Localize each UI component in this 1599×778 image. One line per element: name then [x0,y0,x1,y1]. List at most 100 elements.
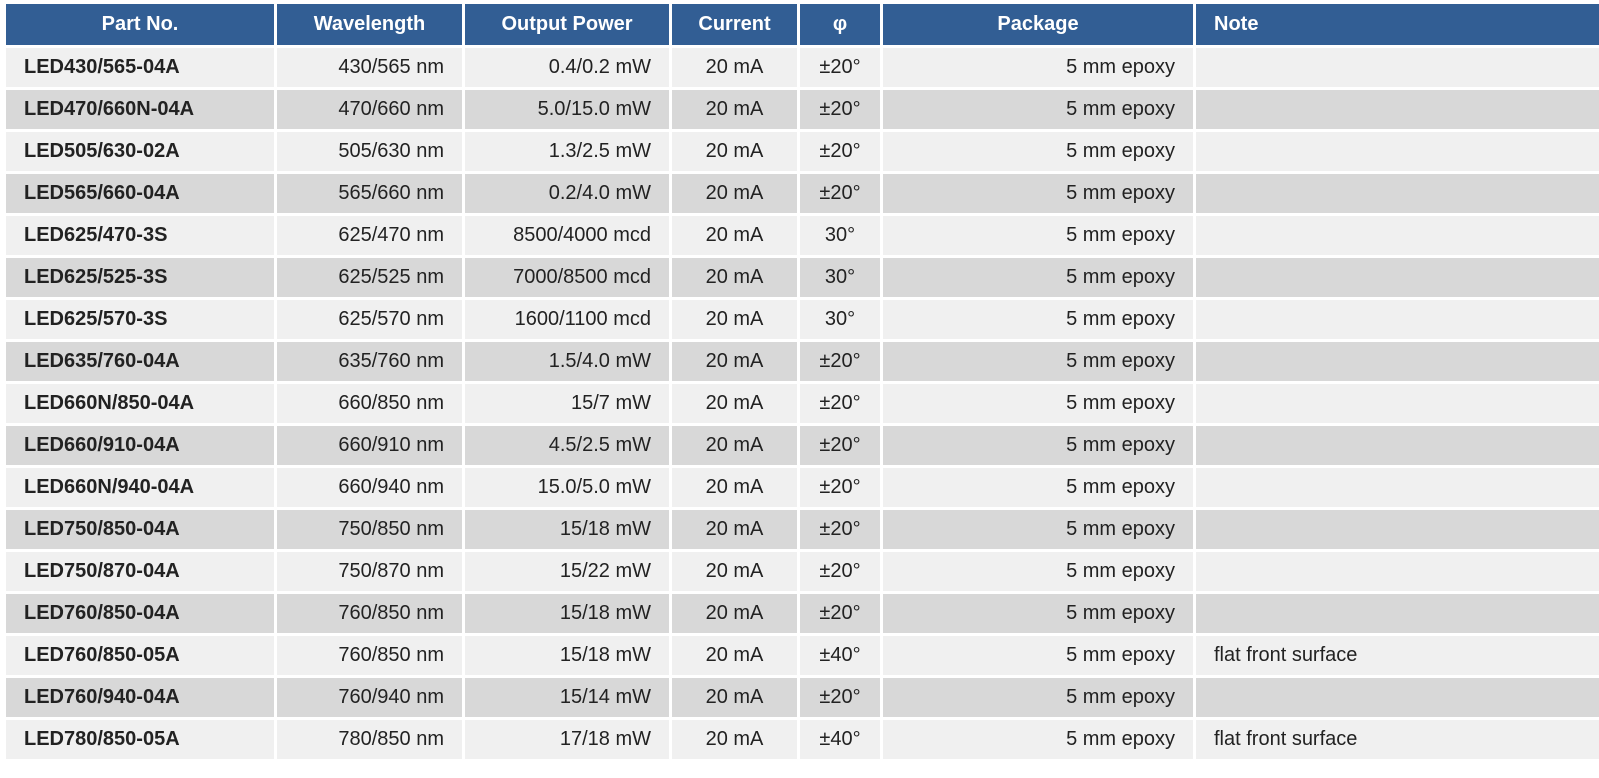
cell-output-power: 15/18 mW [465,510,669,549]
cell-phi: ±20° [800,552,880,591]
cell-note [1196,216,1599,255]
cell-package: 5 mm epoxy [883,174,1193,213]
cell-package: 5 mm epoxy [883,510,1193,549]
cell-part-no[interactable]: LED760/850-04A [6,594,274,633]
cell-current: 20 mA [672,342,797,381]
cell-note [1196,510,1599,549]
cell-output-power: 4.5/2.5 mW [465,426,669,465]
header-package[interactable]: Package [883,4,1193,45]
table-row: LED660N/940-04A 660/940 nm 15.0/5.0 mW 20 m… [6,468,1599,507]
cell-note [1196,48,1599,87]
header-part-no[interactable]: Part No. [6,4,274,45]
cell-part-no[interactable]: LED660/910-04A [6,426,274,465]
cell-current: 20 mA [672,384,797,423]
header-current[interactable]: Current [672,4,797,45]
cell-note [1196,174,1599,213]
cell-package: 5 mm epoxy [883,468,1193,507]
cell-output-power: 15/7 mW [465,384,669,423]
cell-part-no[interactable]: LED750/850-04A [6,510,274,549]
header-wavelength[interactable]: Wavelength [277,4,462,45]
cell-part-no[interactable]: LED660N/940-04A [6,468,274,507]
cell-part-no[interactable]: LED660N/850-04A [6,384,274,423]
cell-part-no[interactable]: LED470/660N-04A [6,90,274,129]
cell-wavelength: 780/850 nm [277,720,462,759]
cell-phi: ±20° [800,174,880,213]
cell-phi: ±40° [800,636,880,675]
cell-note [1196,468,1599,507]
cell-current: 20 mA [672,300,797,339]
cell-part-no[interactable]: LED565/660-04A [6,174,274,213]
header-phi[interactable]: φ [800,4,880,45]
cell-part-no[interactable]: LED760/850-05A [6,636,274,675]
table-row: LED430/565-04A 430/565 nm 0.4/0.2 mW 20 mA ±… [6,48,1599,87]
cell-output-power: 15/18 mW [465,594,669,633]
cell-package: 5 mm epoxy [883,426,1193,465]
cell-current: 20 mA [672,678,797,717]
cell-current: 20 mA [672,510,797,549]
cell-current: 20 mA [672,48,797,87]
cell-package: 5 mm epoxy [883,636,1193,675]
table-row: LED660/910-04A 660/910 nm 4.5/2.5 mW 20 mA ±… [6,426,1599,465]
cell-part-no[interactable]: LED430/565-04A [6,48,274,87]
cell-phi: 30° [800,258,880,297]
cell-wavelength: 660/910 nm [277,426,462,465]
cell-note: flat front surface [1196,636,1599,675]
cell-part-no[interactable]: LED625/570-3S [6,300,274,339]
cell-wavelength: 430/565 nm [277,48,462,87]
cell-output-power: 1600/1100 mcd [465,300,669,339]
cell-output-power: 1.3/2.5 mW [465,132,669,171]
cell-part-no[interactable]: LED625/525-3S [6,258,274,297]
cell-wavelength: 625/470 nm [277,216,462,255]
cell-package: 5 mm epoxy [883,216,1193,255]
cell-package: 5 mm epoxy [883,552,1193,591]
cell-package: 5 mm epoxy [883,720,1193,759]
cell-phi: 30° [800,300,880,339]
cell-output-power: 17/18 mW [465,720,669,759]
cell-note [1196,258,1599,297]
cell-output-power: 15/14 mW [465,678,669,717]
cell-output-power: 5.0/15.0 mW [465,90,669,129]
cell-current: 20 mA [672,132,797,171]
cell-package: 5 mm epoxy [883,258,1193,297]
cell-output-power: 7000/8500 mcd [465,258,669,297]
led-table-container: Part No. Wavelength Output Power Current… [6,4,1599,762]
cell-current: 20 mA [672,258,797,297]
table-row: LED750/870-04A 750/870 nm 15/22 mW 20 mA ±20… [6,552,1599,591]
cell-current: 20 mA [672,594,797,633]
cell-part-no[interactable]: LED750/870-04A [6,552,274,591]
cell-current: 20 mA [672,552,797,591]
cell-wavelength: 760/850 nm [277,594,462,633]
cell-part-no[interactable]: LED635/760-04A [6,342,274,381]
table-row: LED625/470-3S 625/470 nm 8500/4000 mcd 20 m… [6,216,1599,255]
cell-part-no[interactable]: LED505/630-02A [6,132,274,171]
cell-wavelength: 625/525 nm [277,258,462,297]
cell-wavelength: 660/940 nm [277,468,462,507]
cell-package: 5 mm epoxy [883,132,1193,171]
cell-phi: ±20° [800,468,880,507]
cell-phi: ±20° [800,132,880,171]
table-row: LED760/850-05A 760/850 nm 15/18 mW 20 mA ±40… [6,636,1599,675]
cell-phi: ±20° [800,594,880,633]
cell-note [1196,132,1599,171]
cell-part-no[interactable]: LED625/470-3S [6,216,274,255]
header-note[interactable]: Note [1196,4,1599,45]
cell-note [1196,678,1599,717]
cell-output-power: 15/18 mW [465,636,669,675]
cell-current: 20 mA [672,216,797,255]
cell-output-power: 0.2/4.0 mW [465,174,669,213]
cell-output-power: 8500/4000 mcd [465,216,669,255]
cell-wavelength: 760/850 nm [277,636,462,675]
cell-note [1196,426,1599,465]
cell-part-no[interactable]: LED780/850-05A [6,720,274,759]
cell-phi: ±20° [800,90,880,129]
cell-current: 20 mA [672,468,797,507]
cell-current: 20 mA [672,90,797,129]
header-output-power[interactable]: Output Power [465,4,669,45]
cell-wavelength: 470/660 nm [277,90,462,129]
cell-part-no[interactable]: LED760/940-04A [6,678,274,717]
cell-current: 20 mA [672,636,797,675]
table-row: LED505/630-02A 505/630 nm 1.3/2.5 mW 20 mA ±… [6,132,1599,171]
cell-note [1196,552,1599,591]
table-header-row: Part No. Wavelength Output Power Current… [6,4,1599,45]
cell-phi: ±20° [800,678,880,717]
